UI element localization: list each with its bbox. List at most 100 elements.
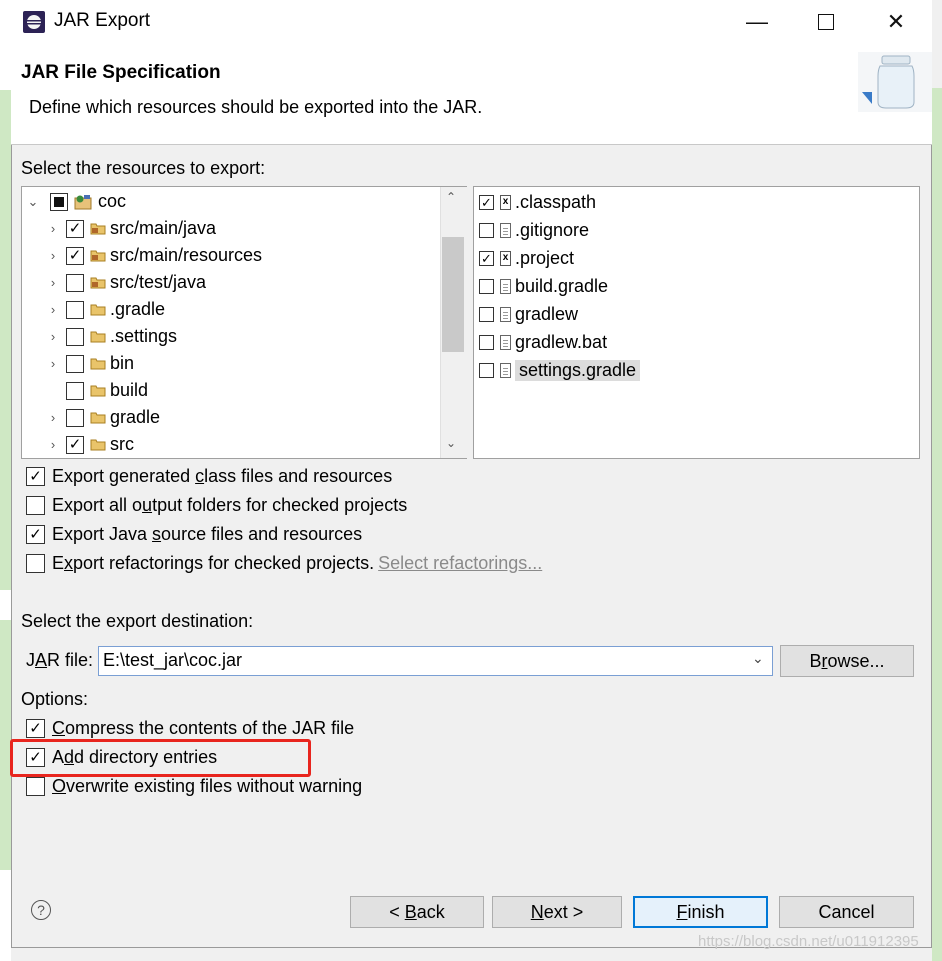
- export-source-files-checkbox[interactable]: ✓: [26, 525, 45, 544]
- file-checkbox[interactable]: [479, 335, 494, 350]
- background-editor-right: [932, 88, 942, 961]
- tree-item-label: .gradle: [110, 299, 166, 319]
- scroll-up-icon[interactable]: ⌃: [446, 190, 456, 204]
- chevron-right-icon[interactable]: ›: [46, 248, 60, 263]
- export-output-folders-checkbox[interactable]: [26, 496, 45, 515]
- maximize-icon[interactable]: [803, 0, 849, 44]
- help-icon[interactable]: ?: [31, 900, 51, 920]
- file-item-project[interactable]: ✓ x .project: [479, 245, 574, 272]
- chevron-down-icon[interactable]: ⌄: [26, 194, 40, 210]
- file-checkbox[interactable]: [479, 279, 494, 294]
- tree-checkbox[interactable]: [66, 300, 84, 319]
- tree-checkbox[interactable]: [66, 381, 84, 400]
- select-refactorings-link[interactable]: Select refactorings...: [378, 553, 542, 574]
- option-label: Export all output folders for checked pr…: [52, 495, 408, 515]
- tree-item-src[interactable]: › ✓ src: [46, 431, 134, 458]
- jar-illustration-icon: [858, 52, 932, 112]
- export-refactorings-option[interactable]: Export refactorings for checked projects…: [26, 553, 542, 574]
- tree-item-src-test-java[interactable]: › src/test/java: [46, 269, 206, 296]
- tree-item-label: coc: [98, 191, 127, 211]
- tree-item-src-main-resources[interactable]: › ✓ src/main/resources: [46, 242, 262, 269]
- export-class-files-checkbox[interactable]: ✓: [26, 467, 45, 486]
- file-checkbox[interactable]: [479, 307, 494, 322]
- folder-icon: [90, 331, 106, 343]
- tree-item-src-main-java[interactable]: › ✓ src/main/java: [46, 215, 216, 242]
- jar-file-input[interactable]: E:\test_jar\coc.jar: [103, 650, 242, 671]
- chevron-right-icon[interactable]: ›: [46, 275, 60, 290]
- package-folder-icon: [90, 223, 106, 235]
- file-item-build-gradle[interactable]: build.gradle: [479, 273, 608, 300]
- compress-option[interactable]: ✓ Compress the contents of the JAR file: [26, 718, 354, 739]
- package-folder-icon: [90, 277, 106, 289]
- close-icon[interactable]: ✕: [873, 0, 919, 44]
- tree-item-gradle-hidden[interactable]: › .gradle: [46, 296, 165, 323]
- chevron-right-icon[interactable]: ›: [46, 221, 60, 236]
- file-item-label: .gitignore: [515, 220, 590, 240]
- file-item-gradlew[interactable]: gradlew: [479, 301, 578, 328]
- option-label: Compress the contents of the JAR file: [52, 718, 355, 738]
- text-file-icon: [500, 279, 511, 294]
- resources-label: Select the resources to export:: [21, 158, 266, 178]
- folder-icon: [90, 385, 106, 397]
- project-icon: [74, 194, 92, 209]
- tree-item-coc[interactable]: ⌄ coc: [26, 188, 126, 215]
- file-item-gitignore[interactable]: .gitignore: [479, 217, 589, 244]
- chevron-right-icon[interactable]: ›: [46, 329, 60, 344]
- minimize-icon[interactable]: —: [734, 0, 780, 44]
- chevron-down-icon[interactable]: ⌄: [752, 650, 764, 667]
- tree-checkbox[interactable]: ✓: [66, 435, 84, 454]
- tree-checkbox[interactable]: [50, 192, 68, 211]
- tree-item-bin[interactable]: › bin: [46, 350, 134, 377]
- tree-item-gradle[interactable]: › gradle: [46, 404, 160, 431]
- export-class-files-option[interactable]: ✓ Export generated class files and resou…: [26, 466, 392, 487]
- chevron-right-icon[interactable]: ›: [46, 356, 60, 371]
- file-checkbox[interactable]: ✓: [479, 251, 494, 266]
- page-title: JAR File Specification: [21, 62, 221, 83]
- tree-item-label: src: [110, 434, 134, 454]
- wizard-header: [11, 44, 932, 145]
- browse-button[interactable]: Br owse...: [780, 645, 914, 677]
- jar-file-label: JAR file:: [26, 650, 94, 670]
- window-title: JAR Export: [54, 10, 151, 31]
- chevron-right-icon[interactable]: ›: [46, 302, 60, 317]
- file-item-classpath[interactable]: ✓ x .classpath: [479, 189, 596, 216]
- file-item-label: .project: [515, 248, 575, 268]
- finish-button[interactable]: Finish: [633, 896, 768, 928]
- chevron-right-icon[interactable]: ›: [46, 410, 60, 425]
- file-checkbox[interactable]: [479, 223, 494, 238]
- background-editor-strip: [0, 0, 11, 961]
- export-source-files-option[interactable]: ✓ Export Java source files and resources: [26, 524, 362, 545]
- next-button[interactable]: Next >: [492, 896, 622, 928]
- compress-checkbox[interactable]: ✓: [26, 719, 45, 738]
- file-checkbox[interactable]: [479, 363, 494, 378]
- tree-checkbox[interactable]: ✓: [66, 219, 84, 238]
- tree-item-settings[interactable]: › .settings: [46, 323, 177, 350]
- overwrite-option[interactable]: Overwrite existing files without warning: [26, 776, 362, 797]
- export-refactorings-checkbox[interactable]: [26, 554, 45, 573]
- tree-item-build[interactable]: build: [46, 377, 148, 404]
- file-checkbox[interactable]: ✓: [479, 195, 494, 210]
- file-item-gradlew-bat[interactable]: gradlew.bat: [479, 329, 607, 356]
- scroll-down-icon[interactable]: ⌄: [446, 436, 456, 450]
- tree-scrollbar-thumb[interactable]: [442, 237, 464, 352]
- folder-icon: [90, 358, 106, 370]
- tree-checkbox[interactable]: [66, 354, 84, 373]
- overwrite-checkbox[interactable]: [26, 777, 45, 796]
- tree-checkbox[interactable]: [66, 327, 84, 346]
- watermark: https://blog.csdn.net/u011912395: [698, 933, 919, 950]
- folder-icon: [90, 412, 106, 424]
- tree-item-label: src/test/java: [110, 272, 207, 292]
- back-button[interactable]: < Back: [350, 896, 484, 928]
- tree-item-label: gradle: [110, 407, 161, 427]
- tree-checkbox[interactable]: [66, 273, 84, 292]
- chevron-right-icon[interactable]: ›: [46, 437, 60, 452]
- export-output-folders-option[interactable]: Export all output folders for checked pr…: [26, 495, 407, 516]
- cancel-button[interactable]: Cancel: [779, 896, 914, 928]
- text-file-icon: [500, 307, 511, 322]
- file-item-settings-gradle[interactable]: settings.gradle: [479, 357, 641, 384]
- package-folder-icon: [90, 250, 106, 262]
- text-file-icon: [500, 363, 511, 378]
- tree-checkbox[interactable]: [66, 408, 84, 427]
- tree-checkbox[interactable]: ✓: [66, 246, 84, 265]
- option-label: Export generated class files and resourc…: [52, 466, 393, 486]
